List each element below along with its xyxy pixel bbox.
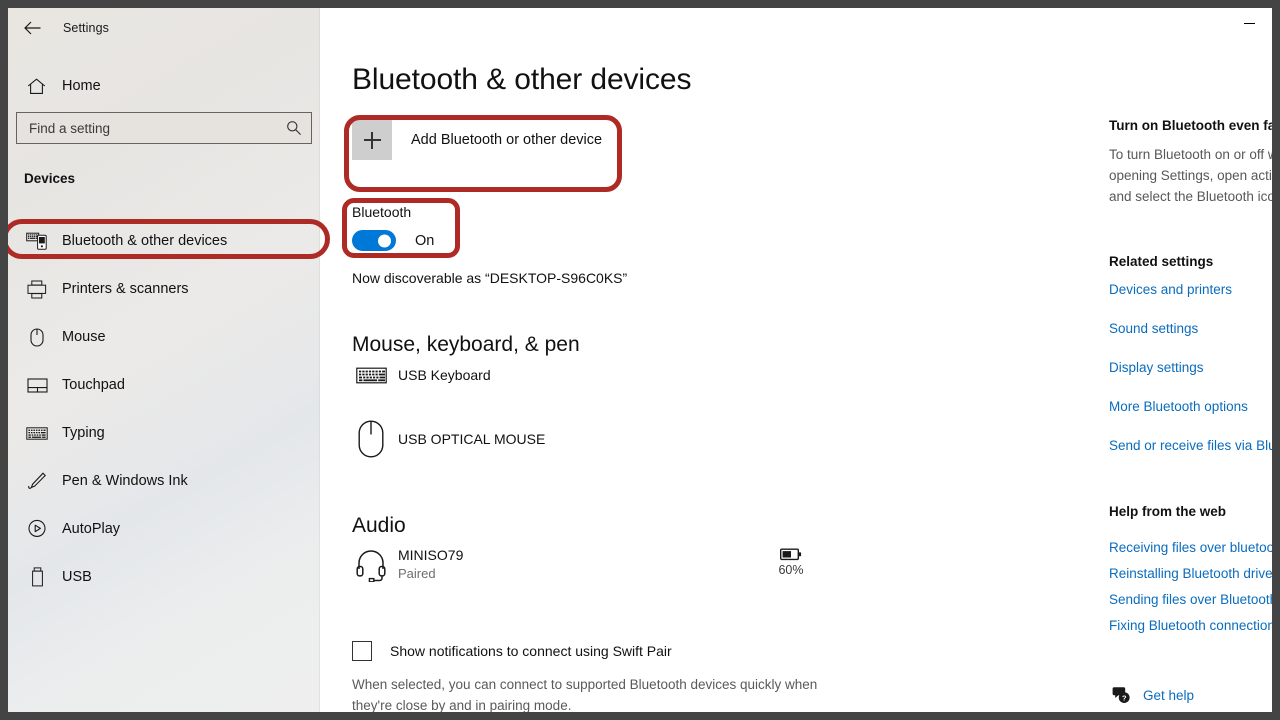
device-name: USB Keyboard [398, 367, 491, 383]
device-text: USB Keyboard [398, 366, 491, 385]
device-row-miniso79[interactable]: MINISO79 Paired [352, 546, 463, 583]
search-input[interactable] [17, 120, 277, 136]
swift-pair-checkbox-row[interactable]: Show notifications to connect using Swif… [352, 641, 672, 661]
device-row-usb-optical-mouse[interactable]: USB OPTICAL MOUSE [352, 420, 545, 458]
sidebar-item-label: Printers & scanners [62, 281, 189, 297]
battery-percent: 60% [778, 563, 804, 577]
section-heading-audio: Audio [352, 514, 406, 537]
bluetooth-devices-icon [22, 232, 52, 250]
bluetooth-toggle-state: On [415, 232, 435, 249]
bluetooth-label: Bluetooth [352, 204, 412, 220]
screen: Settings Home Devices [0, 0, 1280, 720]
device-text: MINISO79 Paired [398, 546, 463, 583]
bluetooth-toggle[interactable] [352, 230, 396, 251]
sidebar-group-label: Devices [24, 171, 76, 186]
sidebar-item-label: Touchpad [62, 377, 125, 393]
section-heading-mouse-keyboard-pen: Mouse, keyboard, & pen [352, 333, 580, 356]
sidebar-item-touchpad[interactable]: Touchpad [8, 361, 320, 409]
bluetooth-toggle-row: On [352, 230, 434, 251]
device-name: MINISO79 [398, 547, 464, 563]
sidebar-home-label: Home [62, 78, 101, 94]
battery-icon [764, 548, 818, 561]
keyboard-icon [352, 366, 390, 385]
usb-icon [22, 567, 52, 587]
link-receiving-files-over-bluetooth[interactable]: Receiving files over bluetooth [1109, 540, 1272, 555]
mouse-icon [352, 420, 390, 458]
link-fixing-bluetooth-connections[interactable]: Fixing Bluetooth connections [1109, 618, 1272, 633]
right-info-pane: Turn on Bluetooth even faster To turn Bl… [1109, 8, 1272, 712]
link-devices-and-printers[interactable]: Devices and printers [1109, 282, 1232, 297]
link-display-settings[interactable]: Display settings [1109, 360, 1204, 375]
tip-heading: Turn on Bluetooth even faster [1109, 118, 1272, 133]
window-title: Settings [63, 21, 109, 35]
touchpad-icon [22, 377, 52, 393]
home-icon [20, 77, 52, 95]
device-status: Paired [398, 566, 436, 581]
svg-text:?: ? [1121, 693, 1126, 702]
sidebar-item-label: AutoPlay [62, 521, 121, 537]
link-sending-files-over-bluetooth[interactable]: Sending files over Bluetooth [1109, 592, 1272, 607]
search-icon [277, 120, 311, 136]
device-row-usb-keyboard[interactable]: USB Keyboard [352, 366, 491, 385]
tip-line: To turn Bluetooth on or off without [1109, 147, 1272, 162]
link-sound-settings[interactable]: Sound settings [1109, 321, 1198, 336]
swift-pair-description: When selected, you can connect to suppor… [352, 677, 818, 712]
sidebar-item-mouse[interactable]: Mouse [8, 313, 320, 361]
settings-window: Settings Home Devices [8, 8, 1272, 712]
sidebar-nav-list: Bluetooth & other devices Printers & sca… [8, 217, 320, 601]
get-help-button[interactable]: ? Get help [1109, 686, 1194, 704]
get-help-label: Get help [1143, 687, 1195, 703]
discoverable-text: Now discoverable as “DESKTOP-S96C0KS” [352, 270, 628, 286]
back-button[interactable] [12, 12, 52, 44]
device-name: USB OPTICAL MOUSE [398, 430, 546, 447]
add-bluetooth-or-other-device-button[interactable]: Add Bluetooth or other device [352, 120, 602, 160]
sidebar: Settings Home Devices [8, 8, 320, 712]
link-more-bluetooth-options[interactable]: More Bluetooth options [1109, 399, 1248, 414]
swift-pair-label: Show notifications to connect using Swif… [390, 643, 672, 659]
keyboard-icon [22, 426, 52, 440]
page-title: Bluetooth & other devices [352, 63, 692, 96]
sidebar-item-typing[interactable]: Typing [8, 409, 320, 457]
toggle-knob [378, 234, 391, 247]
tip-line: and select the Bluetooth icon. [1109, 189, 1272, 204]
related-settings-heading: Related settings [1109, 254, 1214, 269]
autoplay-icon [22, 519, 52, 539]
sidebar-item-usb[interactable]: USB [8, 553, 320, 601]
sidebar-item-pen-windows-ink[interactable]: Pen & Windows Ink [8, 457, 320, 505]
sidebar-item-printers-scanners[interactable]: Printers & scanners [8, 265, 320, 313]
link-reinstalling-bluetooth-driver[interactable]: Reinstalling Bluetooth driver [1109, 566, 1272, 581]
device-text: USB OPTICAL MOUSE [398, 430, 545, 449]
sidebar-item-label: Bluetooth & other devices [62, 233, 228, 249]
tip-line: opening Settings, open action center [1109, 168, 1272, 183]
printer-icon [22, 280, 52, 299]
sidebar-item-home[interactable]: Home [16, 66, 312, 106]
battery-indicator: 60% [764, 548, 818, 579]
plus-icon [352, 120, 392, 160]
tip-paragraph: To turn Bluetooth on or off without open… [1109, 144, 1272, 207]
help-from-web-heading: Help from the web [1109, 504, 1227, 519]
pen-icon [22, 471, 52, 491]
swift-pair-checkbox[interactable] [352, 641, 372, 661]
sidebar-item-label: USB [62, 569, 92, 585]
add-device-label: Add Bluetooth or other device [411, 132, 603, 148]
sidebar-item-label: Mouse [62, 329, 106, 345]
mouse-icon [22, 327, 52, 347]
link-send-or-receive-files-via-bluetooth[interactable]: Send or receive files via Bluetooth [1109, 438, 1272, 453]
sidebar-item-autoplay[interactable]: AutoPlay [8, 505, 320, 553]
search-box[interactable] [16, 112, 312, 144]
headset-icon [352, 548, 390, 582]
sidebar-item-label: Pen & Windows Ink [62, 473, 188, 489]
sidebar-item-bluetooth-other-devices[interactable]: Bluetooth & other devices [8, 217, 320, 265]
question-bubble-icon: ? [1109, 686, 1133, 704]
sidebar-item-label: Typing [62, 425, 105, 441]
